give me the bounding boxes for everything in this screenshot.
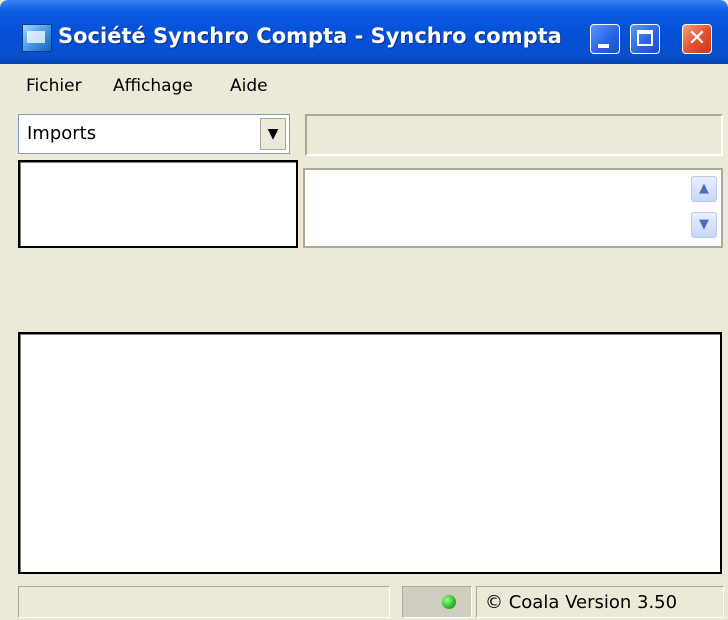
- close-button[interactable]: ✕: [682, 24, 712, 54]
- left-list-box[interactable]: [18, 160, 298, 248]
- log-output-area[interactable]: [18, 332, 722, 574]
- version-text: © Coala Version 3.50: [485, 592, 678, 613]
- chevron-down-icon[interactable]: ▼: [260, 118, 286, 150]
- mode-select-value: Imports: [27, 123, 97, 144]
- title-bar[interactable]: Société Synchro Compta - Synchro compta …: [0, 0, 728, 64]
- details-text-area[interactable]: ▲ ▼: [303, 168, 723, 248]
- close-icon: ✕: [687, 26, 707, 51]
- mode-select[interactable]: Imports ▼: [18, 114, 290, 154]
- window-title: Société Synchro Compta - Synchro compta: [58, 24, 562, 48]
- minimize-button[interactable]: [590, 24, 620, 54]
- app-icon[interactable]: [22, 24, 52, 52]
- scroll-down-icon[interactable]: ▼: [691, 212, 717, 238]
- menu-fichier[interactable]: Fichier: [26, 76, 82, 96]
- status-message: [18, 586, 390, 618]
- status-led-icon: [442, 595, 456, 609]
- menu-aide[interactable]: Aide: [230, 76, 268, 96]
- info-field: [305, 114, 723, 156]
- scroll-up-icon[interactable]: ▲: [691, 176, 717, 202]
- minimize-icon: [598, 44, 609, 48]
- maximize-button[interactable]: [630, 24, 660, 54]
- menu-bar: Fichier Affichage Aide: [0, 64, 728, 110]
- menu-affichage[interactable]: Affichage: [113, 76, 193, 96]
- version-panel: © Coala Version 3.50: [476, 586, 724, 618]
- maximize-icon: [637, 30, 653, 46]
- status-indicator: [402, 586, 472, 618]
